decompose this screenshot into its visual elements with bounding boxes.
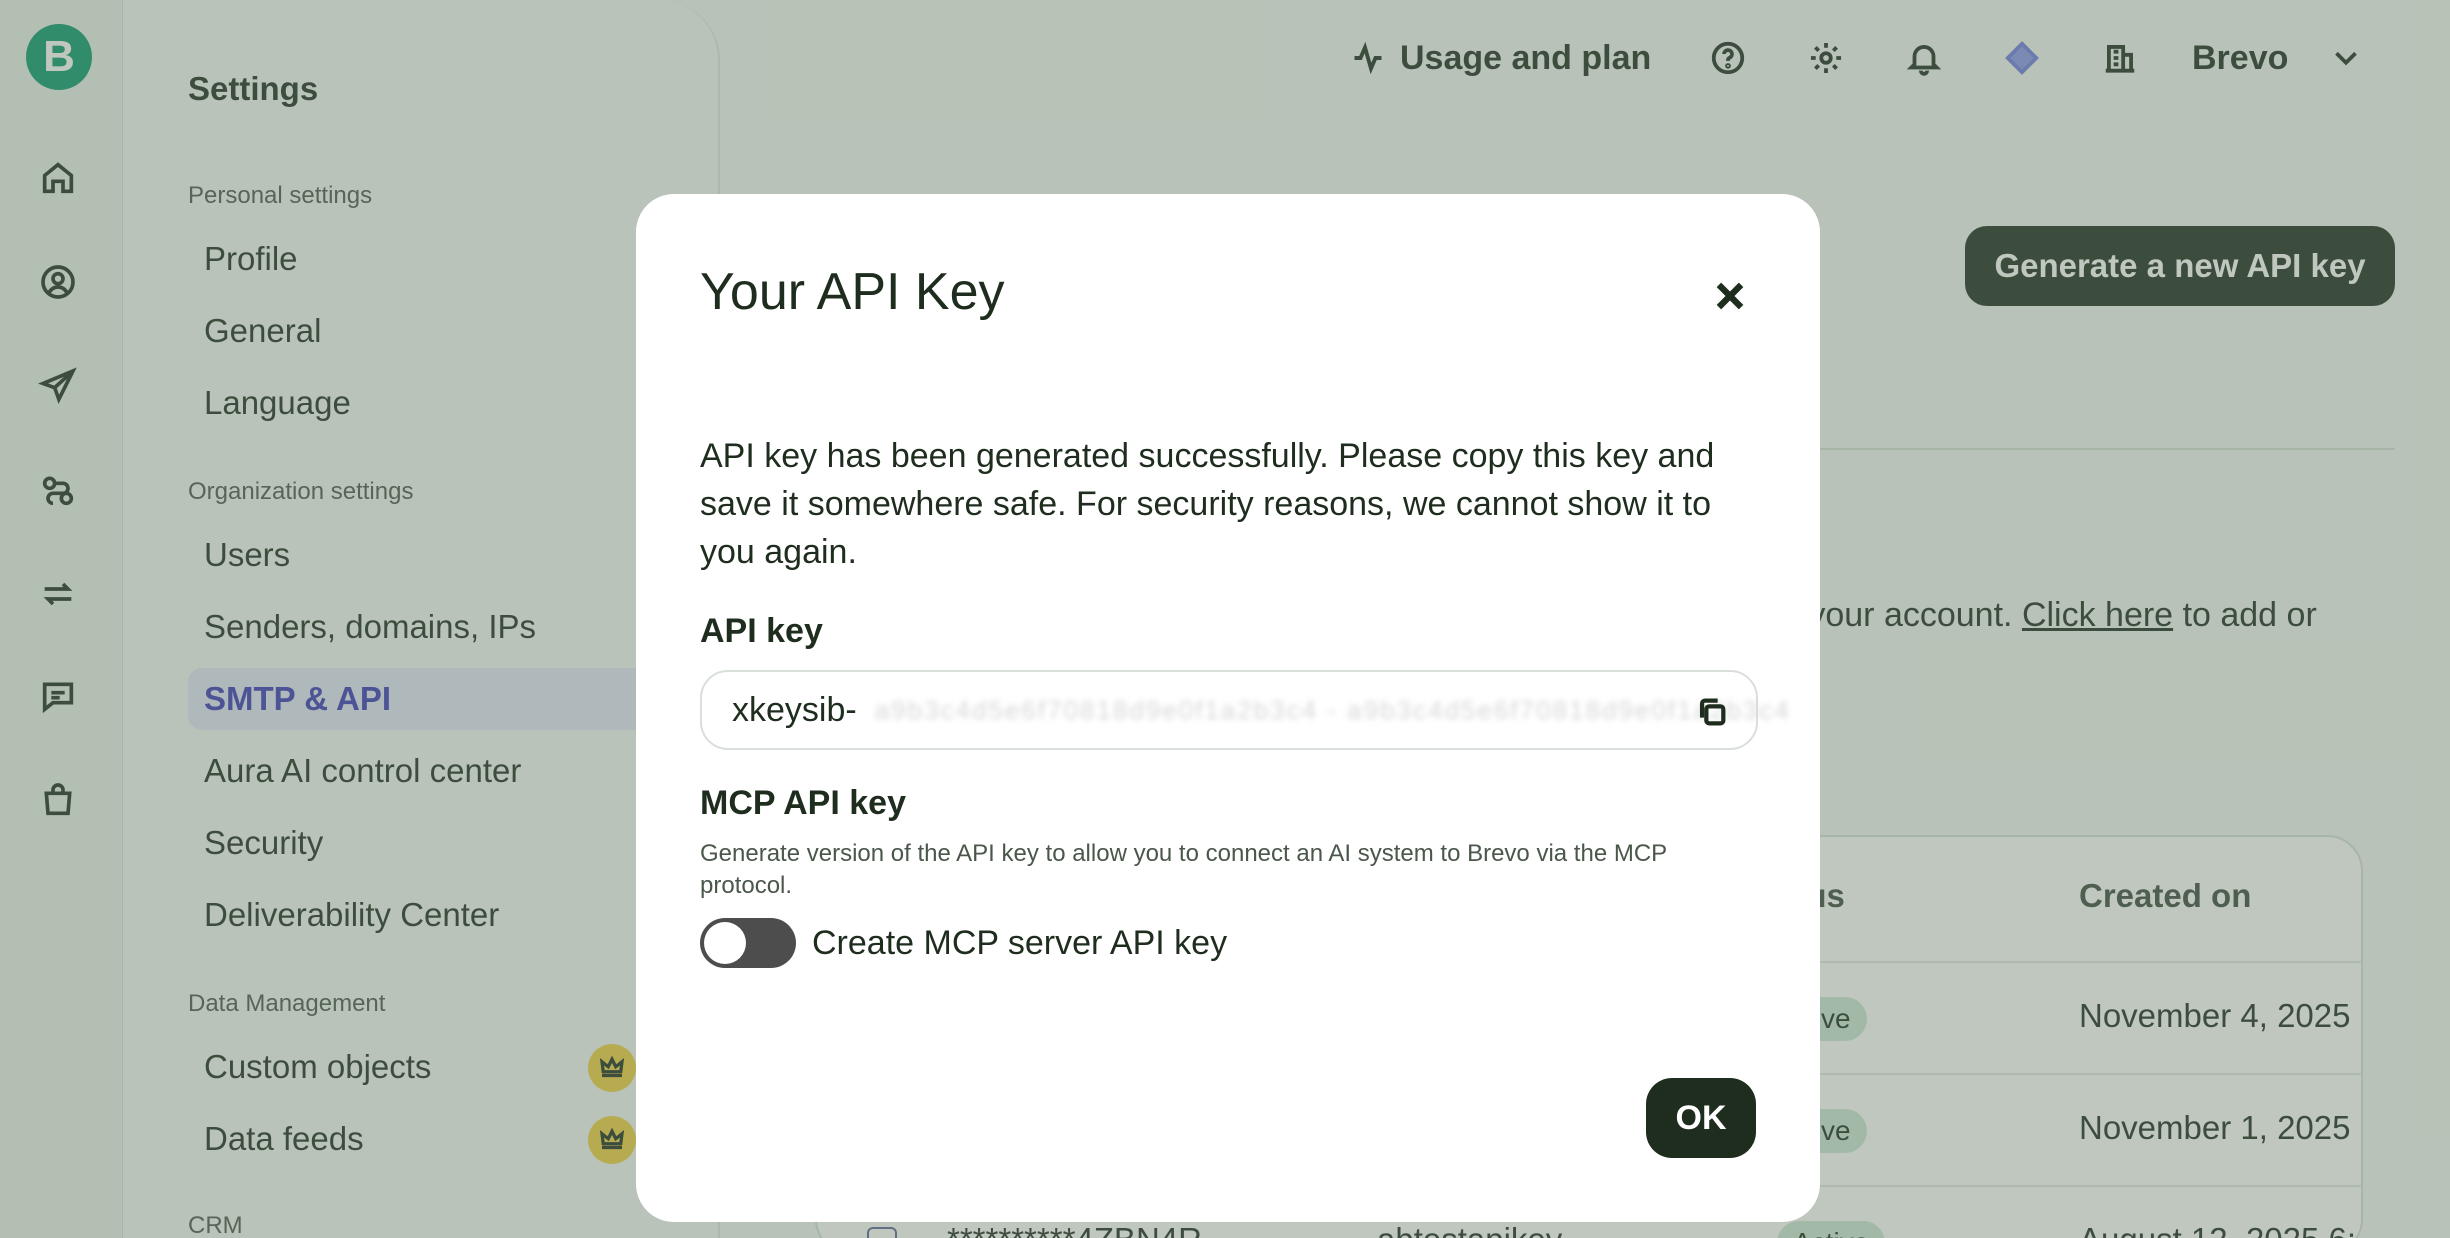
api-key-label: API key — [700, 612, 823, 650]
api-key-field[interactable]: xkeysib- a9b3c4d5e6f70818d9e0f1a2b3c4 - … — [700, 670, 1789, 750]
modal-title: Your API Key — [700, 263, 1005, 321]
api-key-prefix: xkeysib- — [732, 690, 857, 729]
toggle-knob — [704, 922, 746, 964]
copy-icon[interactable] — [1692, 692, 1732, 732]
mcp-toggle[interactable] — [700, 918, 796, 968]
mcp-help-text: Generate version of the API key to allow… — [700, 840, 1667, 899]
api-key-modal: Your API Key API key has been generated … — [636, 194, 1820, 1222]
api-key-masked-value: a9b3c4d5e6f70818d9e0f1a2b3c4 - a9b3c4d5e… — [874, 694, 1791, 725]
mcp-toggle-label: Create MCP server API key — [812, 924, 1228, 962]
mcp-api-key-label: MCP API key — [700, 784, 906, 822]
modal-description: API key has been generated successfully.… — [700, 437, 1715, 571]
close-icon[interactable] — [1700, 266, 1760, 326]
ok-button[interactable]: OK — [1646, 1078, 1756, 1158]
